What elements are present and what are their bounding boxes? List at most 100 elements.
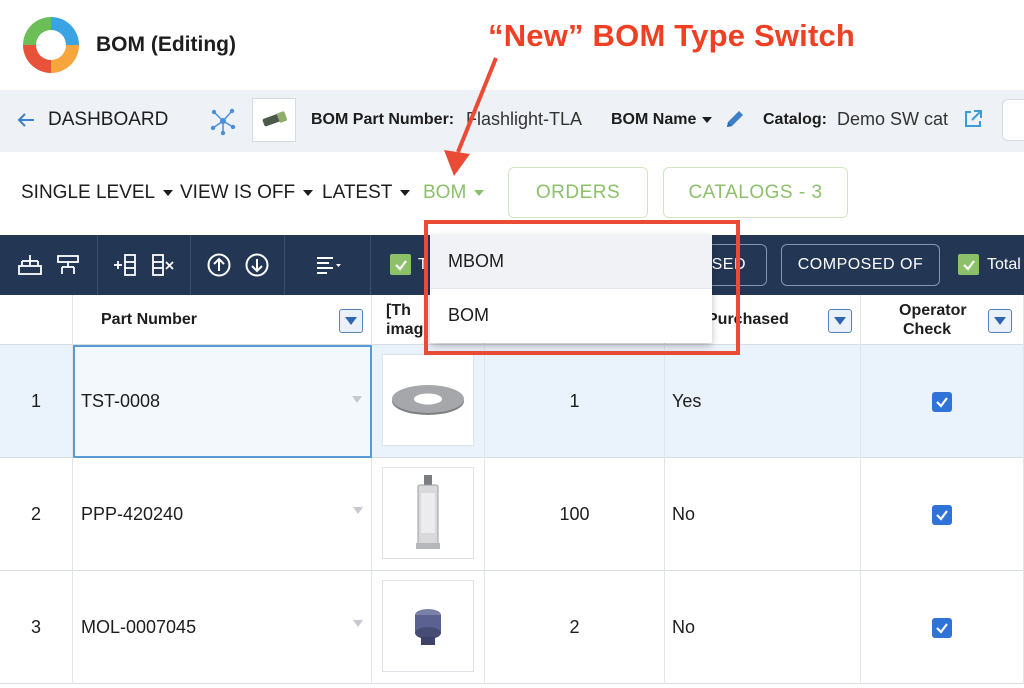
thumbnail-cell[interactable] — [372, 458, 485, 571]
glue-tube-image — [416, 475, 440, 549]
bom-type-menu: MBOM BOM — [430, 235, 712, 343]
back-to-dashboard-link[interactable]: DASHBOARD — [16, 109, 168, 131]
total-checkbox[interactable] — [958, 254, 979, 275]
context-action-button[interactable] — [1002, 99, 1024, 141]
washer-image — [392, 385, 464, 415]
filter-icon[interactable] — [988, 309, 1012, 333]
quantity-cell[interactable]: 100 — [485, 458, 665, 571]
bom-type-option-bom[interactable]: BOM — [430, 289, 712, 342]
column-header-part-number[interactable]: Part Number — [73, 295, 372, 345]
column-header-purchased-label: Purchased — [707, 311, 789, 328]
move-up-icon[interactable] — [206, 252, 232, 278]
view-options-bar: SINGLE LEVEL VIEW IS OFF LATEST BOM ORDE… — [0, 152, 1024, 235]
version-dropdown-label: LATEST — [322, 182, 393, 203]
operator-check-cell — [861, 571, 1024, 684]
part-thumbnail — [382, 467, 474, 559]
bom-type-option-mbom[interactable]: MBOM — [430, 235, 712, 288]
page-title: BOM (Editing) — [96, 33, 236, 56]
checkmark-icon — [936, 396, 948, 408]
view-dropdown[interactable]: VIEW IS OFF — [180, 182, 314, 204]
catalog-label: Catalog: — [763, 111, 827, 128]
filter-icon[interactable] — [828, 309, 852, 333]
part-number-value: TST-0008 — [81, 391, 161, 411]
external-link-icon[interactable] — [962, 108, 984, 130]
checkmark-icon — [936, 509, 948, 521]
operator-check-checkbox[interactable] — [932, 504, 952, 525]
tab-orders[interactable]: ORDERS — [508, 167, 648, 218]
part-number-cell[interactable]: MOL-0007045 — [73, 571, 372, 684]
back-link-label: DASHBOARD — [48, 109, 169, 130]
pencil-icon[interactable] — [724, 108, 746, 130]
checkmark-icon — [962, 259, 975, 271]
level-dropdown[interactable]: SINGLE LEVEL — [21, 182, 174, 204]
chevron-down-icon — [163, 190, 174, 196]
composed-of-button[interactable]: COMPOSED OF — [781, 244, 940, 286]
purchased-cell[interactable]: No — [665, 571, 861, 684]
text-align-icon[interactable] — [311, 252, 345, 278]
column-header-operator-check-line1: Operator — [899, 302, 967, 319]
bom-grid: Part Number [Th imag Purchased Operator … — [0, 295, 1024, 688]
catalog-value: Demo SW cat — [837, 109, 949, 129]
purchased-cell[interactable]: No — [665, 458, 861, 571]
table-row[interactable]: 1 TST-0008 1 Yes — [0, 345, 1024, 458]
thumbnail-cell[interactable] — [372, 345, 485, 458]
bom-thumbnail[interactable] — [252, 98, 296, 142]
bom-name-dropdown[interactable]: BOM Name — [611, 111, 713, 129]
checkmark-icon — [936, 622, 948, 634]
part-number-cell[interactable]: TST-0008 — [73, 345, 372, 458]
filter-icon[interactable] — [339, 309, 363, 333]
version-dropdown[interactable]: LATEST — [322, 182, 411, 204]
operator-check-cell — [861, 345, 1024, 458]
chevron-down-icon — [474, 190, 485, 196]
expand-tree-icon[interactable] — [17, 252, 43, 278]
view-dropdown-label: VIEW IS OFF — [180, 182, 296, 203]
structure-tree-icon[interactable] — [208, 106, 238, 136]
operator-check-checkbox[interactable] — [932, 617, 952, 638]
chevron-down-icon — [353, 507, 363, 514]
toolbar-group-columns — [98, 235, 191, 295]
column-header-thumbnail-line1: [Th — [386, 302, 411, 319]
column-header-index — [0, 295, 73, 345]
tab-catalogs[interactable]: CATALOGS - 3 — [663, 167, 848, 218]
bom-type-switch[interactable]: BOM — [423, 182, 485, 204]
part-thumbnail — [382, 580, 474, 672]
column-header-operator-check[interactable]: Operator Check — [861, 295, 1024, 345]
quantity-cell[interactable]: 1 — [485, 345, 665, 458]
row-index: 1 — [0, 345, 73, 458]
chevron-down-icon — [400, 190, 411, 196]
bom-part-number-label: BOM Part Number: — [311, 111, 455, 128]
table-row[interactable]: 3 MOL-0007045 2 No — [0, 571, 1024, 684]
row-index: 2 — [0, 458, 73, 571]
move-down-icon[interactable] — [244, 252, 270, 278]
bom-type-switch-label: BOM — [423, 182, 467, 203]
table-row[interactable]: 2 PPP-420240 100 No — [0, 458, 1024, 571]
column-header-part-number-label: Part Number — [101, 311, 198, 328]
toolbar-checkbox-1[interactable] — [390, 254, 411, 275]
flashlight-icon — [262, 111, 288, 127]
part-number-cell[interactable]: PPP-420240 — [73, 458, 372, 571]
remove-column-icon[interactable] — [150, 252, 176, 278]
thumbnail-cell[interactable] — [372, 571, 485, 684]
context-bar: DASHBOARD BOM Part Number: Flashlight-TL… — [0, 90, 1024, 152]
purchased-cell[interactable]: Yes — [665, 345, 861, 458]
part-number-value: PPP-420240 — [81, 504, 184, 524]
chevron-down-icon — [353, 620, 363, 627]
annotation-title: “New” BOM Type Switch — [488, 18, 856, 53]
level-dropdown-label: SINGLE LEVEL — [21, 182, 156, 203]
bom-name-label: BOM Name — [611, 111, 697, 128]
app-logo-icon — [23, 17, 79, 73]
quantity-cell[interactable]: 2 — [485, 571, 665, 684]
checkmark-icon — [394, 259, 407, 271]
chevron-down-icon — [303, 190, 314, 196]
part-thumbnail — [382, 354, 474, 446]
bom-part-number-value: Flashlight-TLA — [466, 109, 583, 129]
column-header-operator-check-line2: Check — [903, 321, 952, 338]
add-column-icon[interactable] — [112, 252, 138, 278]
column-header-thumbnail-line2: imag — [386, 321, 424, 338]
total-checkbox-label: Total — [987, 256, 1021, 273]
row-index: 3 — [0, 571, 73, 684]
part-number-value: MOL-0007045 — [81, 617, 197, 637]
operator-check-checkbox[interactable] — [932, 391, 952, 412]
connector-image — [415, 609, 441, 645]
collapse-tree-icon[interactable] — [55, 252, 81, 278]
